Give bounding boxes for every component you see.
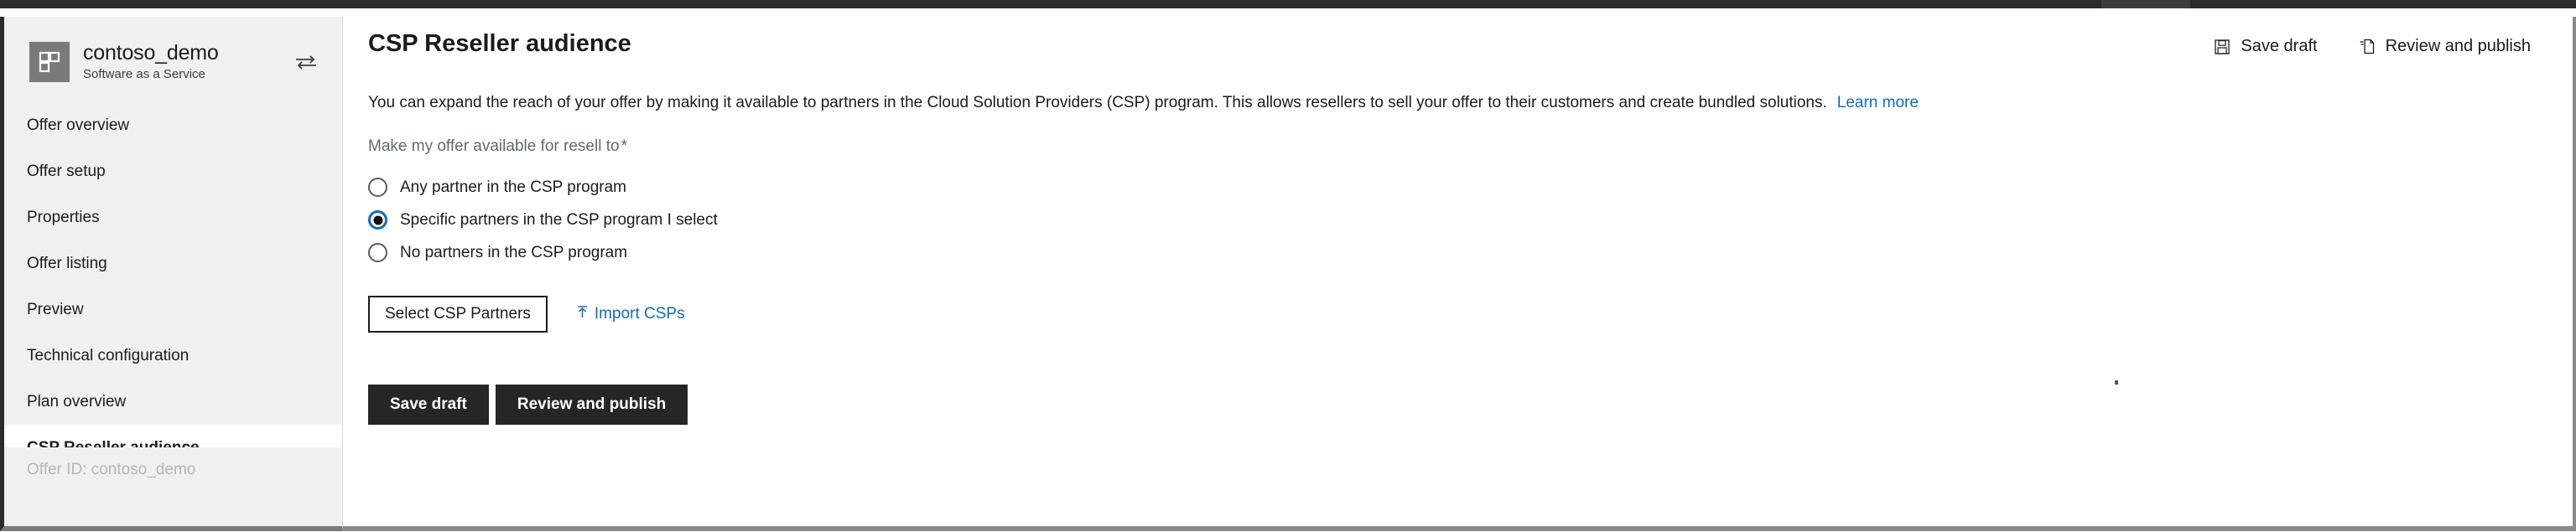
radio-option-no-partners[interactable]: No partners in the CSP program bbox=[368, 236, 2573, 269]
radio-option-specific-partners[interactable]: Specific partners in the CSP program I s… bbox=[368, 204, 2573, 236]
header-actions: Save draft Review and publish bbox=[2215, 37, 2531, 56]
save-disk-icon bbox=[2215, 39, 2231, 54]
window-top-bar bbox=[0, 0, 2576, 8]
publish-document-icon bbox=[2360, 39, 2375, 54]
content-body: You can expand the reach of your offer b… bbox=[343, 82, 2573, 425]
radio-option-label: No partners in the CSP program bbox=[400, 243, 628, 261]
radio-circle-icon[interactable] bbox=[368, 178, 387, 197]
header-save-draft-button[interactable]: Save draft bbox=[2215, 37, 2318, 56]
review-and-publish-button[interactable]: Review and publish bbox=[495, 385, 688, 425]
sidebar-item-technical-configuration[interactable]: Technical configuration bbox=[4, 333, 342, 379]
sidebar-item-label: Offer listing bbox=[27, 254, 107, 272]
brand-title: contoso_demo bbox=[83, 41, 219, 65]
sidebar-brand: contoso_demo Software as a Service bbox=[4, 17, 342, 89]
resell-field-label: Make my offer available for resell to * bbox=[368, 137, 2573, 156]
intro-text: You can expand the reach of your offer b… bbox=[368, 94, 1827, 111]
import-csps-link[interactable]: Import CSPs bbox=[576, 305, 685, 323]
header-action-label: Save draft bbox=[2241, 37, 2318, 55]
save-draft-button[interactable]: Save draft bbox=[368, 385, 489, 425]
main-header: CSP Reseller audience Save draft Review … bbox=[343, 17, 2573, 82]
brand-text: contoso_demo Software as a Service bbox=[83, 41, 219, 83]
radio-option-label: Any partner in the CSP program bbox=[400, 178, 627, 196]
sidebar-item-label: Properties bbox=[27, 208, 100, 226]
sidebar: contoso_demo Software as a Service Offer… bbox=[0, 17, 343, 531]
main-content: CSP Reseller audience Save draft Review … bbox=[343, 17, 2576, 531]
radio-circle-icon[interactable] bbox=[368, 243, 387, 262]
radio-option-label: Specific partners in the CSP program I s… bbox=[400, 210, 718, 229]
app-grid-icon bbox=[29, 42, 70, 82]
upload-arrow-icon bbox=[576, 305, 589, 323]
header-review-publish-button[interactable]: Review and publish bbox=[2360, 37, 2531, 56]
sidebar-item-plan-overview[interactable]: Plan overview bbox=[4, 379, 342, 425]
intro-paragraph: You can expand the reach of your offer b… bbox=[368, 92, 2573, 114]
sidebar-item-label: Preview bbox=[27, 300, 84, 318]
sidebar-item-offer-setup[interactable]: Offer setup bbox=[4, 148, 342, 194]
import-csps-label: Import CSPs bbox=[594, 305, 685, 323]
radio-option-any-partner[interactable]: Any partner in the CSP program bbox=[368, 171, 2573, 204]
radio-circle-selected-icon[interactable] bbox=[368, 210, 387, 230]
app-frame: contoso_demo Software as a Service Offer… bbox=[0, 8, 2576, 531]
sidebar-item-preview[interactable]: Preview bbox=[4, 287, 342, 333]
resell-field-label-text: Make my offer available for resell to bbox=[368, 137, 620, 155]
sidebar-item-label: Plan overview bbox=[27, 392, 127, 411]
required-marker: * bbox=[621, 137, 627, 155]
sidebar-item-properties[interactable]: Properties bbox=[4, 194, 342, 240]
render-artifact-dot bbox=[2115, 380, 2118, 385]
sidebar-item-label: Technical configuration bbox=[27, 346, 190, 364]
resell-audience-radio-group: Any partner in the CSP program Specific … bbox=[368, 171, 2573, 269]
sidebar-item-label: Offer setup bbox=[27, 162, 106, 180]
sidebar-item-label: Offer overview bbox=[27, 116, 130, 134]
csp-partner-actions: Select CSP Partners Import CSPs bbox=[368, 296, 2573, 333]
swap-horizontal-icon[interactable] bbox=[295, 54, 317, 70]
header-action-label: Review and publish bbox=[2385, 37, 2531, 55]
top-bar-segment bbox=[2101, 0, 2190, 8]
sidebar-item-offer-listing[interactable]: Offer listing bbox=[4, 240, 342, 287]
learn-more-link[interactable]: Learn more bbox=[1837, 94, 1919, 111]
form-footer-buttons: Save draft Review and publish bbox=[368, 385, 2573, 425]
offer-id-label: Offer ID: contoso_demo bbox=[4, 447, 342, 521]
sidebar-nav: Offer overview Offer setup Properties Of… bbox=[4, 102, 342, 471]
page-title: CSP Reseller audience bbox=[368, 30, 631, 57]
select-csp-partners-button[interactable]: Select CSP Partners bbox=[368, 296, 548, 333]
brand-subtitle: Software as a Service bbox=[83, 67, 205, 81]
sidebar-item-offer-overview[interactable]: Offer overview bbox=[4, 102, 342, 148]
